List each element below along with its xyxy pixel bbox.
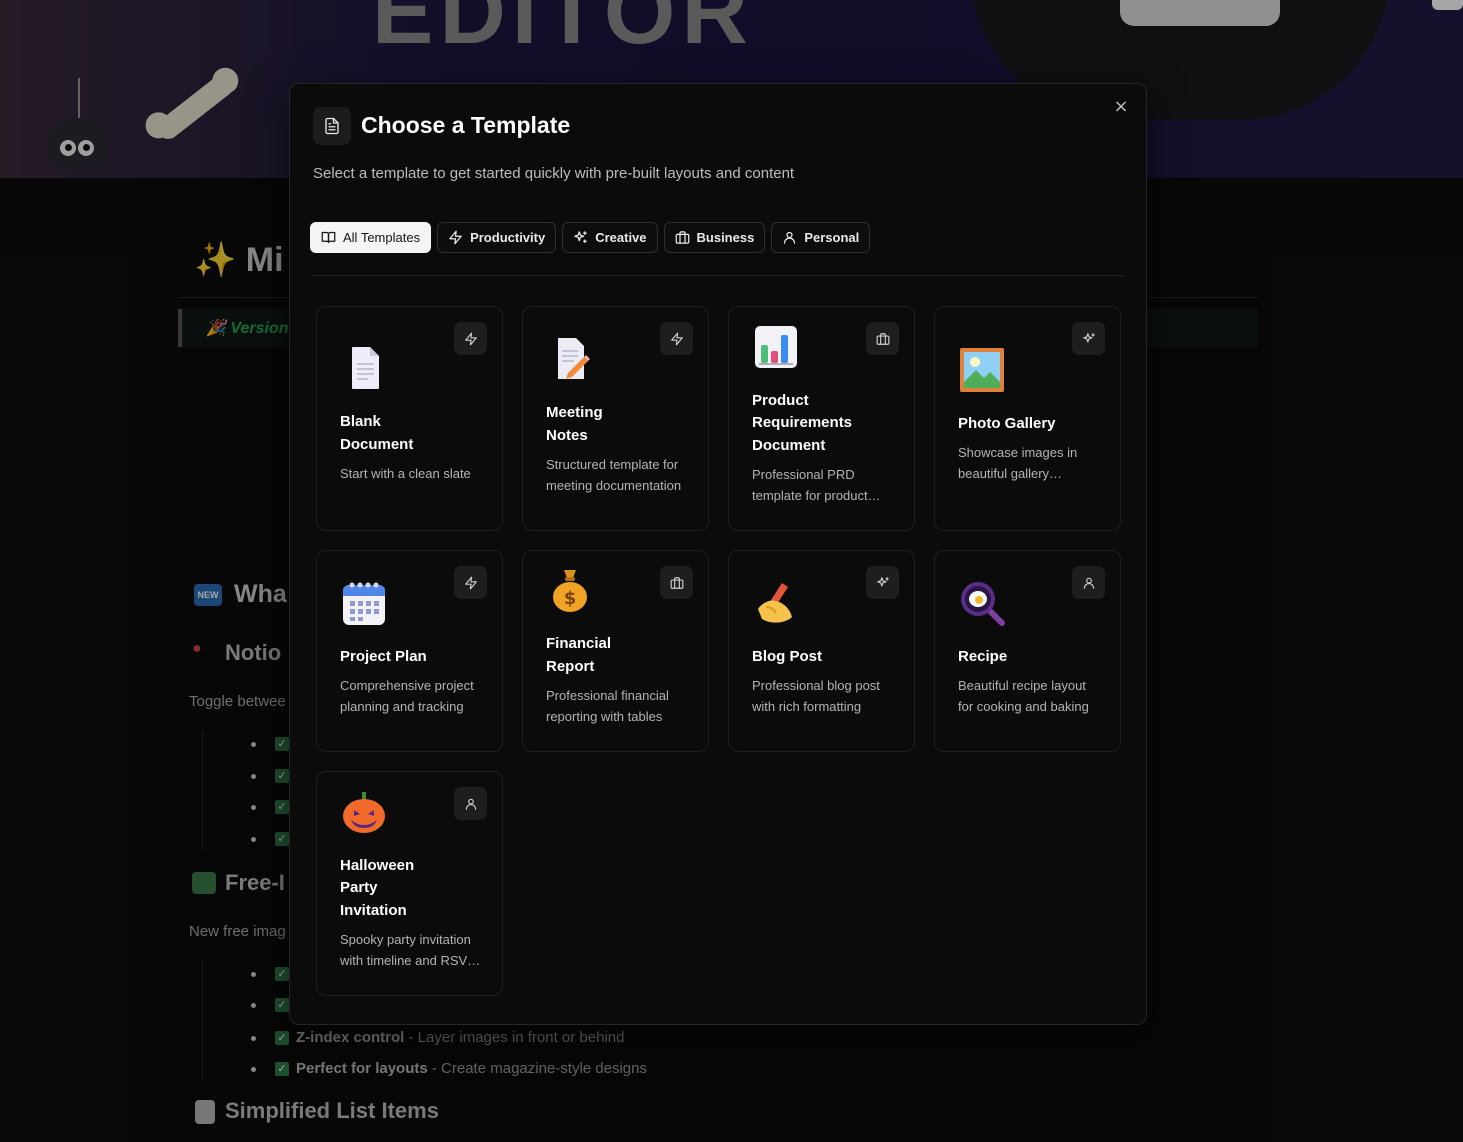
template-card-project-plan[interactable]: Project Plan Comprehensive project plann… [316,550,503,752]
card-title: Financial Report [546,635,612,675]
tab-label: All Templates [343,230,421,245]
card-title: Recipe [958,647,1008,665]
category-tabs: All Templates Productivity Creative Busi… [310,222,871,253]
tab-productivity[interactable]: Productivity [437,222,557,253]
card-title: Blank Document [340,413,414,453]
template-card-financial-report[interactable]: $ Financial Report Professional financia… [522,550,709,752]
document-icon [313,107,351,145]
card-description: Professional blog post with rich formatt… [752,678,880,714]
memo-icon [558,338,590,379]
close-icon[interactable]: × [1110,96,1132,118]
template-card-meeting-notes[interactable]: Meeting Notes Structured template for me… [522,306,709,531]
tab-label: Business [696,230,755,245]
card-title: Product Requirements Document [752,391,853,454]
card-description: Spooky party invitation with timeline an… [340,932,481,968]
template-card-recipe[interactable]: Recipe Beautiful recipe layout for cooki… [934,550,1121,752]
card-description: Comprehensive project planning and track… [340,678,474,714]
template-card-halloween-party-invitation[interactable]: Halloween Party Invitation Spooky party … [316,771,503,996]
jack-o-lantern-icon [343,791,385,833]
template-card-photo-gallery[interactable]: Photo Gallery Showcase images in beautif… [934,306,1121,531]
card-description: Professional financial reporting with ta… [546,688,669,724]
zap-icon [449,230,462,245]
template-card-blank-document[interactable]: Blank Document Start with a clean slate [316,306,503,531]
tab-label: Creative [595,230,647,245]
card-description: Beautiful recipe layout for cooking and … [958,678,1089,714]
tabs-divider [312,275,1125,276]
calendar-icon [343,582,385,625]
blank-page-icon [352,347,379,389]
tab-creative[interactable]: Creative [562,222,658,253]
svg-text:$: $ [564,588,577,609]
card-description: Showcase images in beautiful gallery… [958,445,1078,481]
tab-label: Personal [804,230,860,245]
card-title: Blog Post [752,647,822,665]
frying-pan-icon [961,581,1005,626]
bar-chart-icon [755,325,797,368]
card-description: Start with a clean slate [340,466,471,481]
framed-picture-icon [960,347,1004,392]
book-icon [321,231,336,244]
card-title: Meeting Notes [546,404,603,444]
template-card-blog-post[interactable]: Blog Post Professional blog post with ri… [728,550,915,752]
briefcase-icon [675,231,689,244]
card-description: Professional PRD template for product… [752,467,881,503]
modal-subtitle: Select a template to get started quickly… [313,165,795,182]
modal-title: Choose a Template [361,112,571,138]
tab-all-templates[interactable]: All Templates [310,222,432,253]
tab-business[interactable]: Business [663,222,766,253]
card-title: Halloween Party Invitation [340,856,415,919]
sparkles-icon [574,231,587,244]
card-title: Photo Gallery [958,414,1056,432]
tab-label: Productivity [470,230,546,245]
user-icon [784,231,796,244]
tab-personal[interactable]: Personal [771,222,871,253]
card-description: Structured template for meeting document… [546,457,682,493]
money-bag-icon: $ [553,570,587,612]
template-grid: Blank Document Start with a clean slate … [316,306,1121,996]
template-modal: × Choose a Template Select a template to… [289,83,1147,1025]
template-card-product-requirements-document[interactable]: Product Requirements Document Profession… [728,306,915,531]
writing-hand-icon [758,582,792,623]
card-title: Project Plan [340,647,427,665]
